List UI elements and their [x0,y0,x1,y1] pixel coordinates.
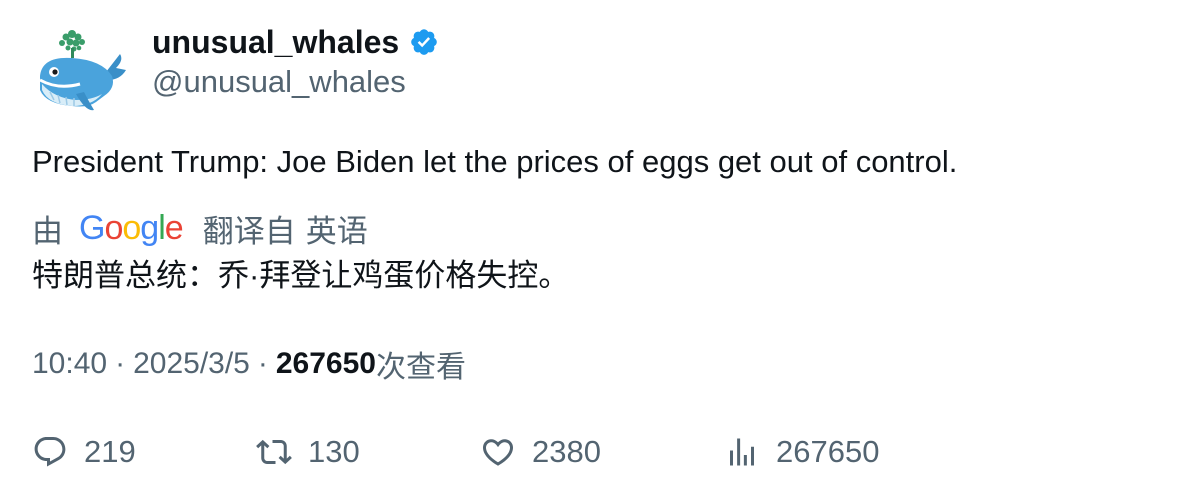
google-logo-letter-1: G [79,208,105,247]
retweet-icon [256,439,292,465]
translation-attribution: 由 Google 翻译自 英语 [32,208,368,249]
google-logo: Google [79,208,184,248]
author-handle[interactable]: @unusual_whales [152,62,406,102]
tweet-time[interactable]: 10:40 [32,347,107,381]
tweet-card: unusual_whales @unusual_whales President… [0,0,1196,498]
author-display-name[interactable]: unusual_whales [152,22,399,62]
tweet-meta: 10:40 · 2025/3/5 · 267650 次查看 [32,344,466,384]
google-logo-letter-4: g [140,208,159,247]
views-button[interactable]: 267650 [724,430,879,474]
verified-badge-icon [409,27,439,57]
views-label: 次查看 [375,351,466,384]
google-logo-letter-2: o [104,208,123,247]
reply-button[interactable]: 219 [32,430,136,474]
reply-icon [34,437,66,467]
translation-source-language: 英语 [305,213,368,249]
translation-from-label: 翻译自 [202,213,296,249]
translation-by-label: 由 [32,213,63,249]
retweet-count: 130 [308,434,360,469]
meta-separator: · [115,347,126,380]
views-count: 267650 [275,347,376,380]
like-count: 2380 [532,434,601,469]
translated-text: 特朗普总统：乔·拜登让鸡蛋价格失控。 [32,258,570,293]
action-bar: 219 130 2380 267650 [32,430,1162,474]
whale-avatar-icon [39,30,126,111]
google-logo-letter-6: e [164,208,184,247]
meta-separator: · [257,347,268,380]
analytics-icon [730,438,754,466]
tweet-text: President Trump: Joe Biden let the price… [32,144,958,179]
like-button[interactable]: 2380 [480,430,601,474]
author-name-row: unusual_whales [152,22,439,62]
retweet-button[interactable]: 130 [256,430,360,474]
avatar[interactable] [32,24,128,120]
reply-count: 219 [84,434,136,469]
views-action-count: 267650 [776,434,880,469]
heart-icon [482,439,514,466]
tweet-date[interactable]: 2025/3/5 [133,347,250,381]
google-logo-letter-3: o [122,208,141,247]
